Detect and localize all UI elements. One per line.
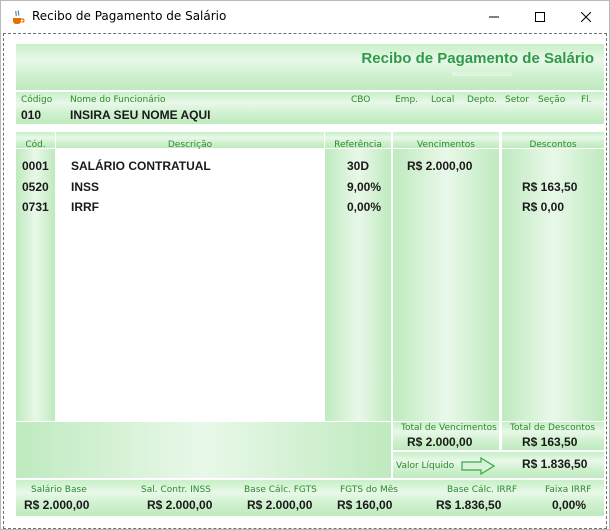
depto-label: Depto. [467, 95, 497, 105]
row-descricao: INSS [71, 180, 100, 194]
title-bar[interactable]: Recibo de Pagamento de Salário [1, 1, 609, 32]
close-icon [581, 11, 591, 22]
maximize-button[interactable] [517, 1, 563, 32]
totals-empty-panel [16, 422, 391, 478]
base-irrf-label: Base Cálc. IRRF [447, 485, 518, 495]
total-descontos-value: R$ 163,50 [522, 435, 578, 449]
column-header-descontos: Descontos [502, 132, 604, 150]
row-descricao: IRRF [71, 200, 99, 214]
row-referencia: 0,00% [347, 200, 382, 214]
fl-label: Fl. [581, 95, 592, 105]
salario-base-value: R$ 2.000,00 [24, 498, 90, 512]
base-fgts-value: R$ 2.000,00 [247, 498, 313, 512]
page-title: Recibo de Pagamento de Salário [361, 50, 594, 67]
row-cod: 0520 [22, 180, 49, 194]
column-descontos: Descontos [502, 132, 604, 421]
java-coffee-icon [13, 10, 25, 24]
sal-contr-inss-label: Sal. Contr. INSS [141, 485, 211, 495]
minimize-icon [489, 16, 499, 17]
setor-label: Setor [505, 95, 529, 105]
emp-label: Emp. [395, 95, 419, 105]
column-header-cod: Cód. [16, 132, 55, 150]
column-header-referencia: Referência [325, 132, 391, 150]
faixa-irrf-label: Faixa IRRF [545, 485, 592, 495]
row-cod: 0001 [22, 159, 49, 173]
sal-contr-inss-value: R$ 2.000,00 [147, 498, 213, 512]
employee-name: INSIRA SEU NOME AQUI [70, 108, 211, 122]
column-vencimentos: Vencimentos [393, 132, 499, 421]
close-button[interactable] [563, 1, 609, 32]
column-descricao: Descrição [56, 132, 324, 421]
valor-liquido-value: R$ 1.836,50 [522, 457, 588, 471]
minimize-button[interactable] [471, 1, 517, 32]
base-irrf-value: R$ 1.836,50 [436, 498, 502, 512]
salario-base-label: Salário Base [31, 485, 87, 495]
base-fgts-label: Base Cálc. FGTS [244, 485, 317, 495]
column-header-descricao: Descrição [56, 132, 324, 150]
total-vencimentos-value: R$ 2.000,00 [407, 435, 473, 449]
column-referencia: Referência [325, 132, 391, 421]
app-window: Recibo de Pagamento de Salário Recibo de… [0, 0, 610, 530]
valor-liquido-label: Valor Líquido [396, 461, 455, 471]
nome-label: Nome do Funcionário [70, 95, 166, 105]
window-title: Recibo de Pagamento de Salário [32, 9, 227, 23]
row-cod: 0731 [22, 200, 49, 214]
receipt-panel: Recibo de Pagamento de Salário Código No… [3, 33, 607, 529]
cbo-label: CBO [351, 95, 371, 105]
total-descontos-label: Total de Descontos [510, 423, 596, 433]
total-vencimentos-label: Total de Vencimentos [401, 423, 497, 433]
row-desconto: R$ 163,50 [522, 180, 578, 194]
column-header-vencimentos: Vencimentos [393, 132, 499, 150]
row-descricao: SALÁRIO CONTRATUAL [71, 159, 211, 173]
column-cod: Cód. [16, 132, 55, 421]
row-vencimento: R$ 2.000,00 [407, 159, 473, 173]
local-label: Local [431, 95, 455, 105]
codigo-label: Código [21, 95, 53, 105]
arrow-right-icon [461, 457, 495, 475]
header-decoration [452, 72, 512, 76]
secao-label: Seção [538, 95, 566, 105]
fgts-mes-label: FGTS do Mês [340, 485, 398, 495]
maximize-icon [535, 11, 545, 22]
fgts-mes-value: R$ 160,00 [337, 498, 393, 512]
row-referencia: 30D [347, 159, 370, 173]
faixa-irrf-value: 0,00% [552, 498, 587, 512]
employee-code: 010 [21, 108, 42, 122]
row-desconto: R$ 0,00 [522, 200, 565, 214]
row-referencia: 9,00% [347, 180, 382, 194]
